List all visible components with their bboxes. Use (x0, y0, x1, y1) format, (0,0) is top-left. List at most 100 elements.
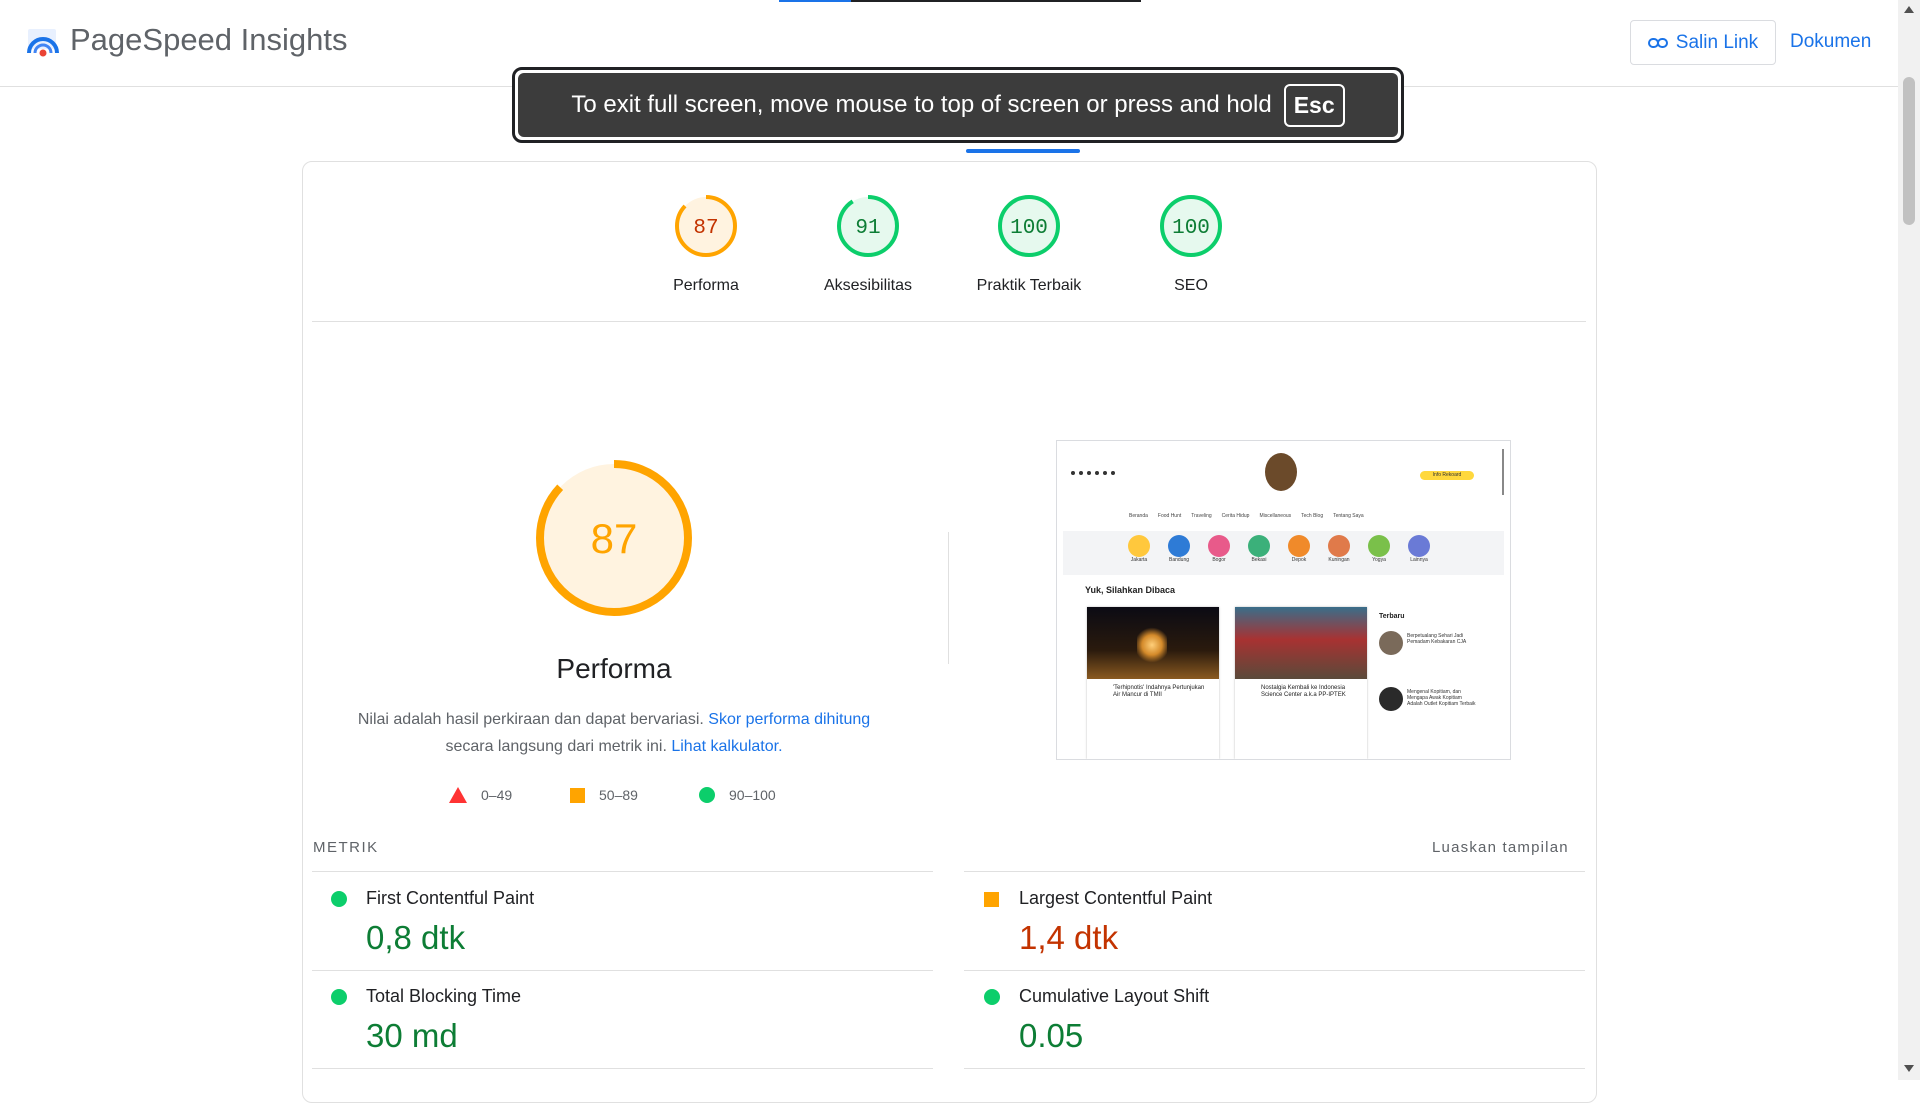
legend-range: 0–49 (481, 787, 513, 803)
thumb-card-2: Nostalgia Kembali ke Indonesia Science C… (1235, 607, 1367, 759)
thumb-sidebar-title: Terbaru (1379, 613, 1405, 620)
category-gauge[interactable]: 100 (1158, 193, 1224, 264)
thumb-section-title: Yuk, Silahkan Dibaca (1085, 585, 1176, 595)
thumb-city-label: Lainnya (1410, 557, 1428, 563)
thumb-side-1: Berpetualang Sehari Jadi Pemadam Kebakar… (1407, 633, 1467, 645)
thumb-card-1-title: 'Terhipnotis' Indahnya Pertunjukan Air M… (1113, 685, 1205, 698)
square-icon (570, 787, 585, 803)
blog-avatar (1265, 453, 1297, 491)
metric-tbt-value: 30 md (366, 1017, 458, 1054)
thumb-city: Depok (1287, 535, 1311, 563)
thumb-city-label: Bekasi (1251, 557, 1267, 563)
performance-description: Nilai adalah hasil perkiraan dan dapat b… (345, 706, 883, 760)
metric-fcp-label: First Contentful Paint (366, 888, 535, 908)
thumb-city-label: Depok (1291, 557, 1307, 563)
category-gauge-score: 100 (1172, 217, 1210, 240)
thumb-city: Kuningan (1327, 535, 1351, 563)
thumb-nav-item: Tentang Saya (1333, 513, 1364, 519)
calculator-link[interactable]: Lihat kalkulator. (671, 738, 782, 755)
thumb-city: Bekasi (1247, 535, 1271, 563)
thumb-nav-item: Traveling (1191, 513, 1212, 519)
thumb-scrollbar (1502, 449, 1504, 495)
section-divider (312, 321, 1586, 322)
vertical-divider (948, 532, 949, 664)
final-screenshot[interactable]: Info Rekoard Beranda Food Hunt Traveling Ce… (1056, 440, 1511, 760)
link-icon (1647, 37, 1668, 48)
thumb-city-label: Bogor (1212, 557, 1226, 563)
thumb-city-label: Bandung (1168, 557, 1190, 563)
circle-icon (699, 787, 715, 803)
thumb-city: Jakarta (1127, 535, 1151, 563)
thumb-nav-item: Beranda (1129, 513, 1148, 519)
scroll-up-arrow-icon[interactable] (1904, 6, 1914, 13)
scroll-down-arrow-icon[interactable] (1904, 1065, 1914, 1072)
social-icons (1071, 471, 1115, 475)
info-badge: Info Rekoard (1420, 471, 1474, 480)
category-gauge-score: 91 (855, 217, 880, 240)
thumb-card-1: 'Terhipnotis' Indahnya Pertunjukan Air M… (1087, 607, 1219, 759)
city-icons: Jakarta Bandung Bogor Bekasi Depok Kuningan Yo… (1127, 535, 1431, 563)
thumb-city-label: Yogya (1372, 557, 1386, 563)
expand-view-toggle[interactable]: Luaskan tampilan (1432, 839, 1569, 856)
thumb-side-avatar-1 (1379, 631, 1403, 655)
metric-divider (964, 871, 1585, 872)
thumb-city: Bogor (1207, 535, 1231, 563)
scrollbar-thumb[interactable] (1903, 77, 1915, 225)
pagespeed-logo-icon[interactable] (26, 25, 60, 59)
thumb-side-avatar-2 (1379, 687, 1403, 711)
category-gauge[interactable]: 100 (996, 193, 1062, 264)
metric-divider (964, 970, 1585, 971)
thumb-city: Lainnya (1407, 535, 1431, 563)
metric-fcp-value: 0,8 dtk (366, 919, 466, 956)
legend-pass: 90–100 (699, 787, 776, 803)
performance-title: Performa (556, 653, 672, 684)
legend-average: 50–89 (570, 787, 638, 803)
legend-fail: 0–49 (449, 787, 512, 803)
tab-underline-active (779, 0, 851, 2)
category-gauge[interactable]: 87 (673, 193, 739, 264)
category-gauge[interactable]: 91 (835, 193, 901, 264)
thumb-city-label: Jakarta (1130, 557, 1148, 563)
legend-range: 50–89 (599, 787, 638, 803)
thumb-nav-item: Tech Blog (1301, 513, 1324, 519)
thumb-nav: Beranda Food Hunt Traveling Cerita Hidup Mis… (1129, 513, 1364, 519)
score-calculation-link[interactable]: Skor performa dihitung (708, 711, 870, 728)
toast-message: To exit full screen, move mouse to top o… (571, 91, 1272, 118)
metric-cls-value: 0.05 (1019, 1017, 1084, 1054)
category-gauge-score: 100 (1010, 217, 1048, 240)
esc-key-badge: Esc (1283, 83, 1345, 127)
active-tab-indicator (966, 149, 1080, 153)
performance-gauge: 87 (536, 460, 692, 616)
category-gauge-label[interactable]: Performa (626, 277, 786, 295)
thumb-nav-item: Food Hunt (1157, 513, 1182, 519)
category-gauge-label[interactable]: SEO (1111, 277, 1271, 295)
metric-cls-label: Cumulative Layout Shift (1019, 986, 1210, 1006)
metric-divider (312, 1068, 933, 1069)
docs-link[interactable]: Dokumen (1790, 31, 1871, 53)
thumb-city: Yogya (1367, 535, 1391, 563)
metric-divider (964, 1068, 1585, 1069)
pass-circle-icon (984, 989, 1000, 1005)
category-gauge-ring: 100 (998, 195, 1060, 257)
category-gauge-ring: 91 (837, 195, 899, 257)
pass-circle-icon (331, 891, 347, 907)
category-gauge-ring: 87 (675, 195, 737, 257)
app-title[interactable]: PageSpeed Insights (70, 22, 348, 58)
copy-link-label: Salin Link (1675, 31, 1759, 53)
category-gauge-score: 87 (693, 217, 718, 240)
copy-link-button[interactable]: Salin Link (1630, 20, 1776, 65)
category-gauge-label[interactable]: Aksesibilitas (788, 277, 948, 295)
desc-text-2: secara langsung dari metrik ini. (445, 738, 667, 755)
metric-lcp-value: 1,4 dtk (1019, 919, 1119, 956)
performance-gauge-score: 87 (591, 515, 638, 562)
thumb-nav-item: Cerita Hidup (1221, 513, 1250, 519)
thumb-nav-item: Miscellaneous (1259, 513, 1292, 519)
thumb-city: Bandung (1167, 535, 1191, 563)
category-gauge-label[interactable]: Praktik Terbaik (949, 277, 1109, 295)
metric-divider (312, 970, 933, 971)
average-square-icon (984, 892, 999, 907)
thumb-card-2-title: Nostalgia Kembali ke Indonesia Science C… (1261, 685, 1346, 698)
category-gauge-ring: 100 (1160, 195, 1222, 257)
legend-range: 90–100 (729, 787, 776, 803)
metric-divider (312, 871, 933, 872)
